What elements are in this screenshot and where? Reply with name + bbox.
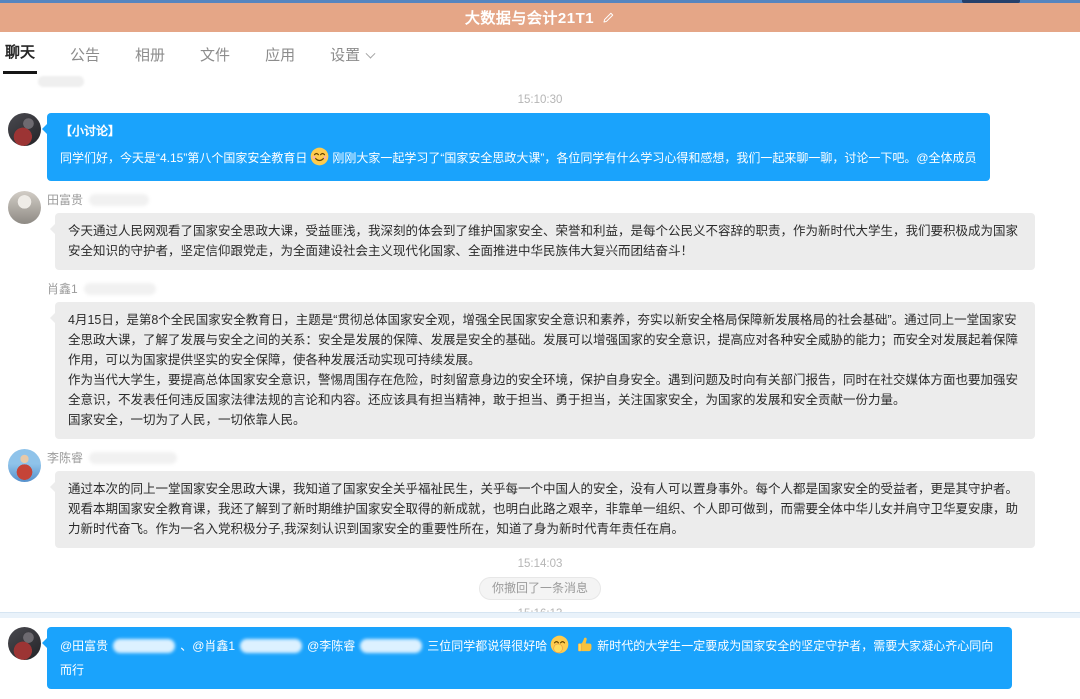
tab-album-label: 相册 [135, 47, 165, 64]
mention: @肖鑫1 [192, 639, 235, 653]
message-teacher-2: @田富贵、@肖鑫1@李陈睿三位同学都说得很好哈新时代的大学生一定要成为国家安全的… [0, 627, 1080, 689]
input-area-edge [0, 612, 1080, 618]
message-text: 同学们好，今天是“4.15”第八个国家安全教育日刚刚大家一起学习了“国家安全思政… [60, 147, 977, 172]
tab-files[interactable]: 文件 [198, 44, 232, 74]
avatar[interactable] [8, 627, 41, 660]
mention: @李陈睿 [307, 639, 355, 653]
blushing-smile-emoji-icon [310, 147, 329, 172]
message-text: 4月15日，是第8个全民国家安全教育日，主题是“贯彻总体国家安全观，增强全民国家… [68, 310, 1022, 370]
hand-over-mouth-emoji-icon [550, 635, 569, 660]
group-title: 大数据与会计21T1 [465, 7, 594, 28]
mention: @田富贵 [60, 639, 108, 653]
browser-tab-indicator [962, 0, 1020, 3]
tab-album[interactable]: 相册 [133, 44, 167, 74]
avatar[interactable] [8, 449, 41, 482]
tab-apps-label: 应用 [265, 47, 295, 64]
thumbs-up-emoji-icon [575, 635, 594, 660]
tab-apps[interactable]: 应用 [263, 44, 297, 74]
redacted-student-id [89, 194, 149, 206]
message-text: 通过本次的同上一堂国家安全思政大课，我知道了国家安全关乎福祉民生，关乎每一个中国… [68, 479, 1022, 539]
message-text: 今天通过人民网观看了国家安全思政大课，受益匪浅，我深刻的体会到了维护国家安全、荣… [68, 221, 1022, 261]
redacted-student-id [360, 639, 422, 653]
timestamp: 15:10:30 [0, 94, 1080, 106]
tab-announcements-label: 公告 [70, 47, 100, 64]
tab-announcements[interactable]: 公告 [68, 44, 102, 74]
sender-name: 肖鑫1 [47, 280, 1080, 297]
chat-message-list[interactable]: 15:10:30 【小讨论】 同学们好，今天是“4.15”第八个国家安全教育日刚… [0, 90, 1080, 699]
tab-files-label: 文件 [200, 47, 230, 64]
message-student-tian: 田富贵 今天通过人民网观看了国家安全思政大课，受益匪浅，我深刻的体会到了维护国家… [0, 191, 1080, 270]
message-bubble[interactable]: @田富贵、@肖鑫1@李陈睿三位同学都说得很好哈新时代的大学生一定要成为国家安全的… [47, 627, 1012, 689]
redacted-patch [38, 76, 84, 87]
message-title: 【小讨论】 [60, 121, 977, 141]
nav-tabs: 聊天 公告 相册 文件 应用 设置 [0, 32, 1080, 74]
avatar[interactable] [8, 191, 41, 224]
sender-name: 李陈睿 [47, 449, 1080, 466]
message-text: 作为当代大学生，要提高总体国家安全意识，警惕周围存在危险，时刻留意身边的安全环境… [68, 370, 1022, 410]
redacted-student-id [113, 639, 175, 653]
message-text: 国家安全，一切为了人民，一切依靠人民。 [68, 410, 1022, 430]
chevron-down-icon [366, 49, 376, 59]
redacted-student-id [240, 639, 302, 653]
redacted-student-id [84, 283, 156, 295]
browser-top-edge [0, 0, 1080, 3]
message-bubble[interactable]: 【小讨论】 同学们好，今天是“4.15”第八个国家安全教育日刚刚大家一起学习了“… [47, 113, 990, 181]
group-header: 大数据与会计21T1 [0, 3, 1080, 32]
message-bubble[interactable]: 通过本次的同上一堂国家安全思政大课，我知道了国家安全关乎福祉民生，关乎每一个中国… [55, 471, 1035, 548]
tab-settings-label: 设置 [330, 47, 360, 64]
recalled-message-notice: 你撤回了一条消息 [479, 577, 601, 600]
message-text: @田富贵、@肖鑫1@李陈睿三位同学都说得很好哈新时代的大学生一定要成为国家安全的… [60, 635, 999, 680]
message-bubble[interactable]: 4月15日，是第8个全民国家安全教育日，主题是“贯彻总体国家安全观，增强全民国家… [55, 302, 1035, 439]
message-bubble[interactable]: 今天通过人民网观看了国家安全思政大课，受益匪浅，我深刻的体会到了维护国家安全、荣… [55, 213, 1035, 270]
tab-chat[interactable]: 聊天 [3, 41, 37, 74]
redacted-student-id [89, 452, 177, 464]
tab-chat-label: 聊天 [5, 44, 35, 61]
message-student-xiao: 肖鑫1 4月15日，是第8个全民国家安全教育日，主题是“贯彻总体国家安全观，增强… [0, 280, 1080, 439]
timestamp: 15:14:03 [0, 558, 1080, 570]
avatar[interactable] [8, 113, 41, 146]
edit-title-icon[interactable] [601, 11, 615, 25]
tab-settings[interactable]: 设置 [328, 44, 376, 74]
message-teacher-1: 【小讨论】 同学们好，今天是“4.15”第八个国家安全教育日刚刚大家一起学习了“… [0, 113, 1080, 181]
message-student-li: 李陈睿 通过本次的同上一堂国家安全思政大课，我知道了国家安全关乎福祉民生，关乎每… [0, 449, 1080, 548]
sender-name: 田富贵 [47, 191, 1080, 208]
